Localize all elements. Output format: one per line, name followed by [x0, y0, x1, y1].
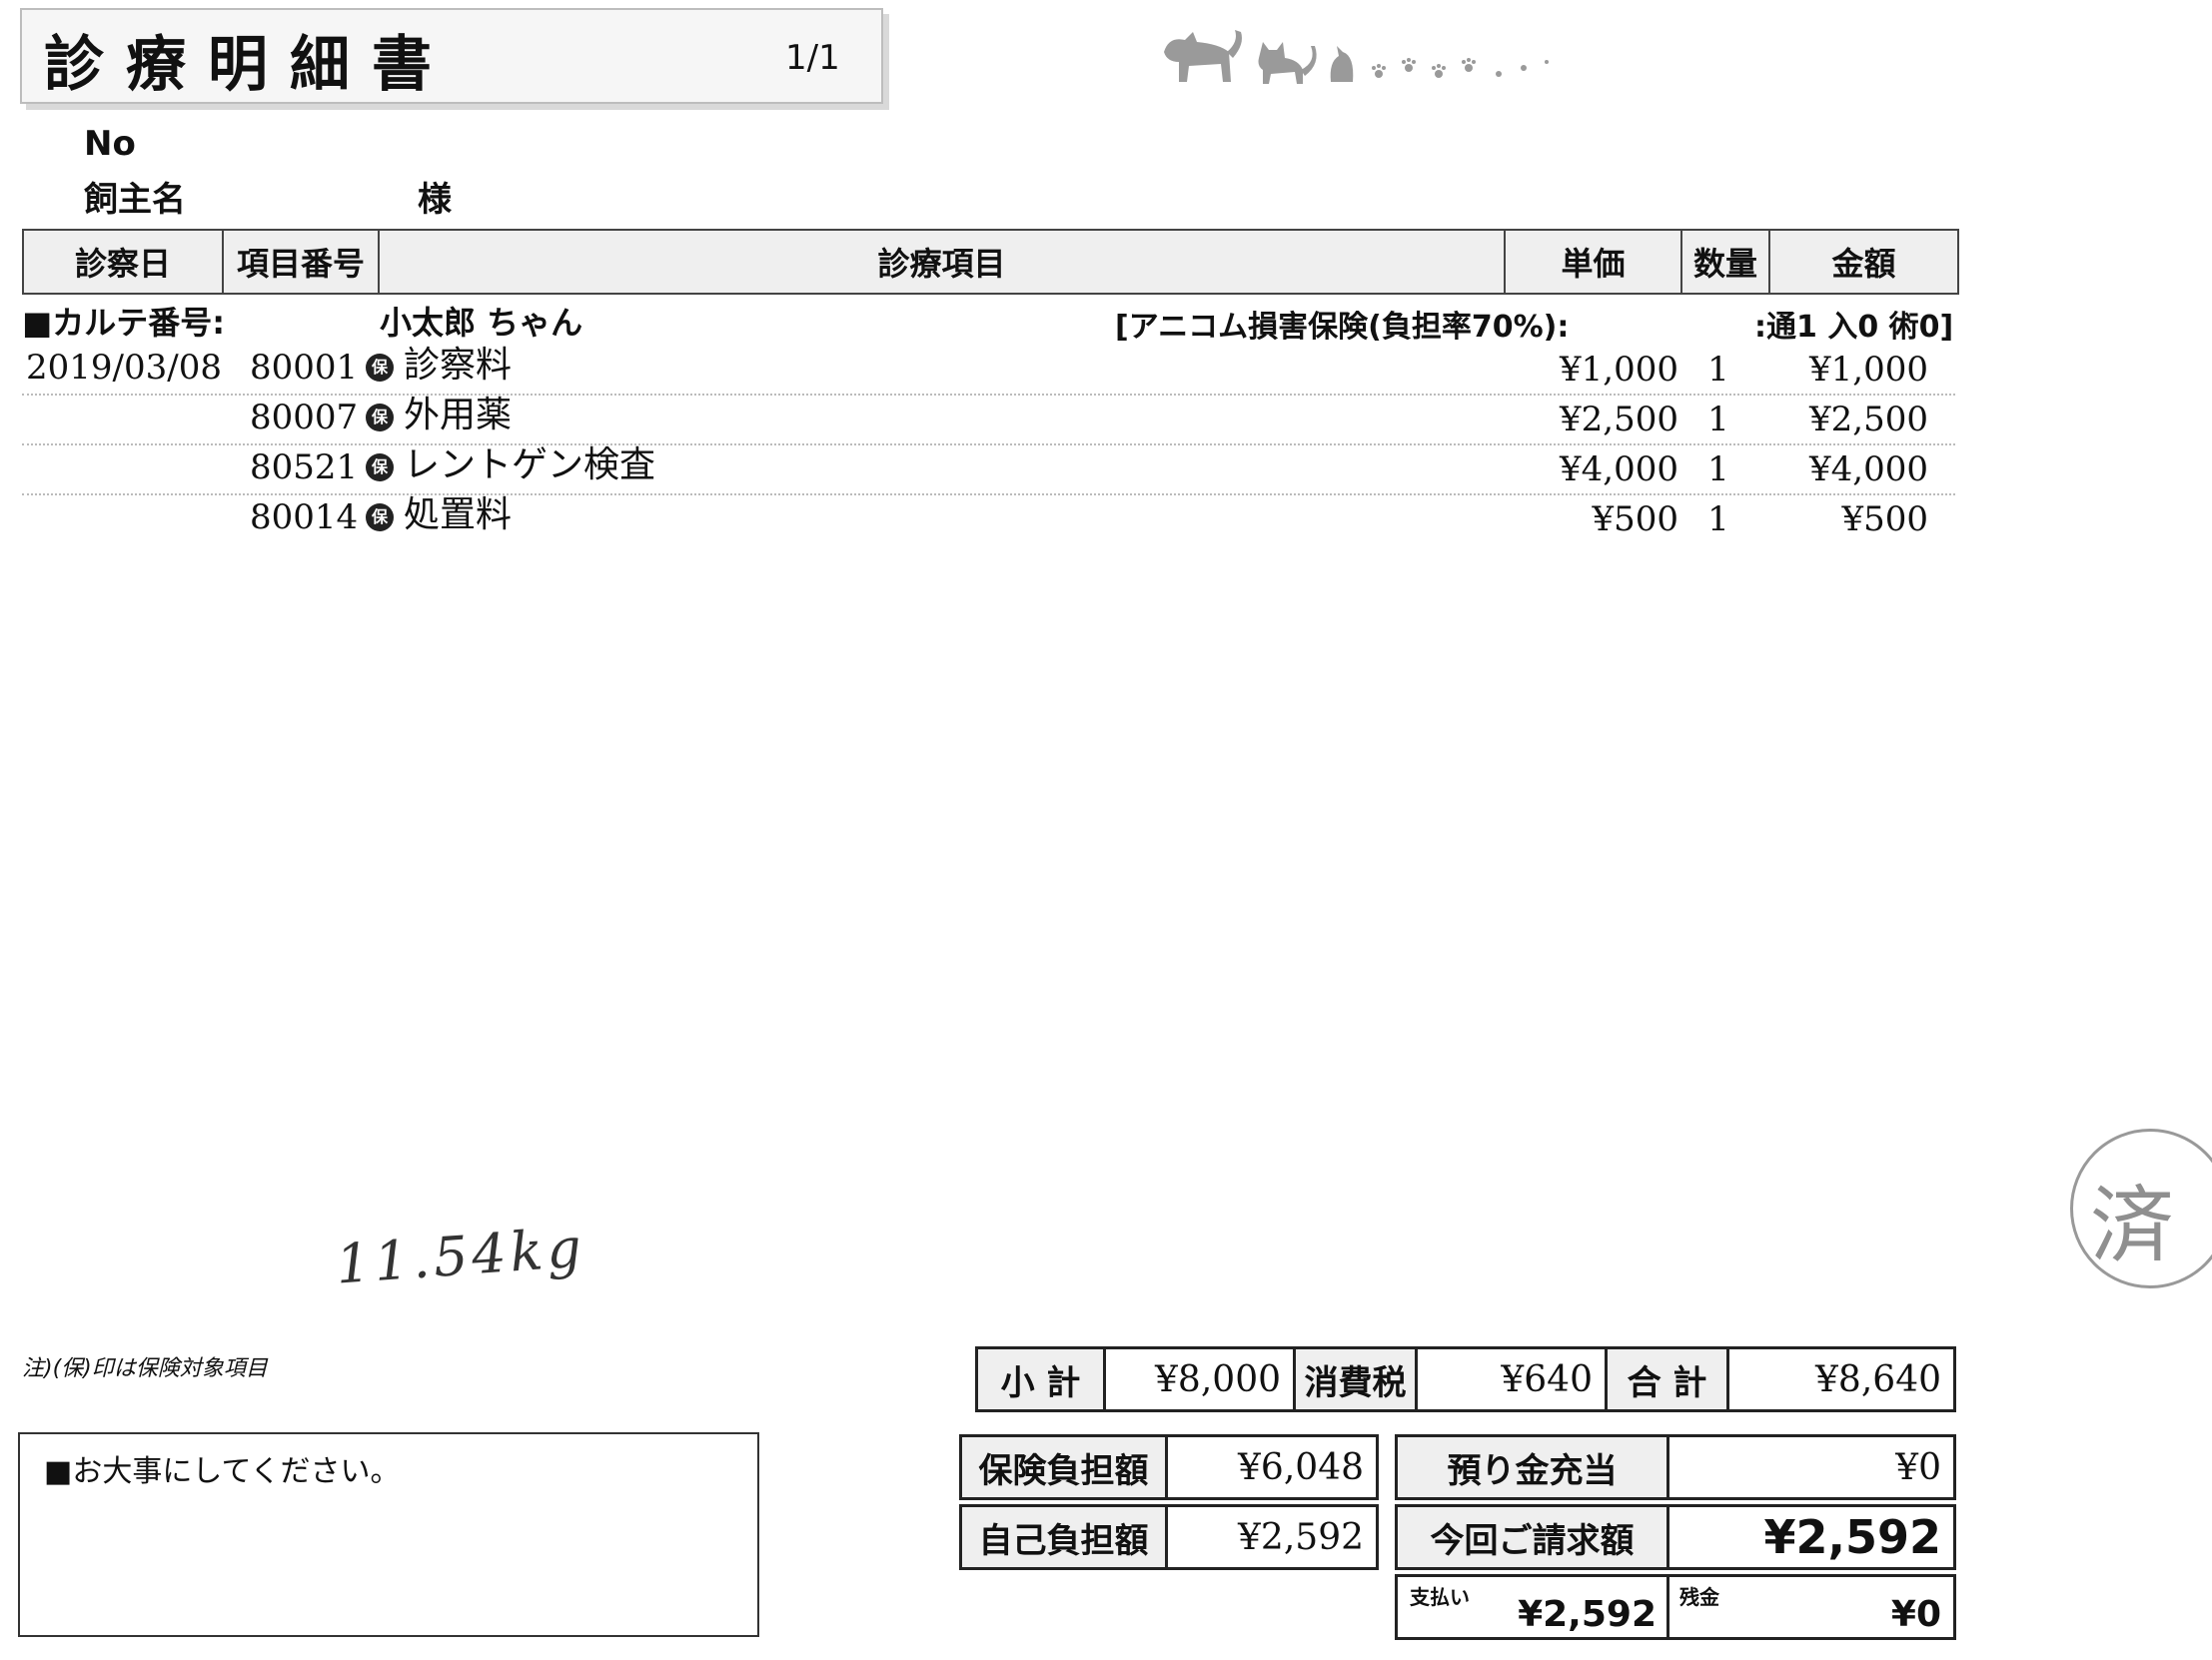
self-share-value: ¥2,592 [1238, 1516, 1364, 1558]
item-name: 外用薬 [404, 395, 513, 435]
payment-box: 支払い ¥2,592 残金 ¥0 [1395, 1574, 1956, 1640]
item-unit-price: ¥2,500 [1560, 400, 1678, 439]
insurance-share-value: ¥6,048 [1238, 1446, 1364, 1488]
row-divider [22, 443, 1955, 445]
subtotal-value: ¥8,000 [1106, 1349, 1296, 1409]
paid-label: 支払い [1410, 1585, 1470, 1609]
item-name-cell: 保処置料 [366, 495, 512, 535]
item-code: 80007 [250, 398, 359, 437]
insurance-info: [アニコム損害保険(負担率70%): [1115, 310, 1570, 345]
insurance-mark-icon: 保 [366, 354, 394, 382]
item-name: 処置料 [404, 494, 513, 535]
item-qty: 1 [1707, 350, 1729, 390]
insurance-share-label: 保険負担額 [962, 1437, 1168, 1497]
self-share-label: 自己負担額 [962, 1507, 1168, 1567]
item-name-cell: 保診察料 [366, 346, 512, 386]
row-divider [22, 394, 1955, 396]
stamp-text: 済 [2090, 1177, 2175, 1274]
owner-suffix: 様 [418, 180, 452, 220]
subtotal-label: 小 計 [978, 1349, 1106, 1409]
chart-number-label: ■カルテ番号: [22, 304, 226, 342]
paid-cell: 支払い ¥2,592 [1398, 1577, 1669, 1637]
item-code: 80001 [250, 348, 359, 388]
item-qty: 1 [1707, 449, 1729, 489]
total-value: ¥8,640 [1815, 1358, 1941, 1400]
insurance-mark-icon: 保 [366, 453, 394, 481]
deposit-value: ¥0 [1895, 1446, 1941, 1488]
item-qty: 1 [1707, 400, 1729, 439]
item-name-cell: 保外用薬 [366, 396, 512, 435]
insurance-mark-icon: 保 [366, 503, 394, 531]
item-amount: ¥4,000 [1809, 449, 1928, 489]
column-header: 単価 [1506, 231, 1682, 293]
page-number: 1/1 [785, 38, 840, 78]
column-header: 項目番号 [224, 231, 380, 293]
insurance-mark-icon: 保 [366, 404, 394, 431]
document-title: 診療明細書 [44, 30, 454, 100]
billing-value: ¥2,592 [1763, 1510, 1941, 1564]
item-code: 80014 [250, 497, 359, 537]
billing-box: 今回ご請求額 ¥2,592 [1395, 1504, 1956, 1570]
column-header: 診察日 [24, 231, 224, 293]
pet-silhouettes-icon [1164, 30, 1549, 84]
paid-stamp: 済 [2062, 1125, 2212, 1294]
tax-label: 消費税 [1296, 1349, 1418, 1409]
item-unit-price: ¥4,000 [1560, 449, 1678, 489]
deposit-box: 預り金充当 ¥0 [1395, 1434, 1956, 1500]
balance-label: 残金 [1679, 1585, 1719, 1609]
owner-label: 飼主名 [84, 180, 186, 220]
item-name: 診察料 [404, 345, 513, 386]
column-header: 診療項目 [380, 231, 1506, 293]
item-amount: ¥1,000 [1809, 350, 1928, 390]
item-unit-price: ¥500 [1592, 499, 1678, 539]
total-label: 合 計 [1608, 1349, 1729, 1409]
insurance-note: 注)(保)印は保険対象項目 [22, 1356, 268, 1381]
column-header: 金額 [1831, 245, 1896, 283]
message-text: ■お大事にしてください。 [44, 1454, 401, 1489]
totals-row: 小 計 ¥8,000 消費税 ¥640 合 計 ¥8,640 [975, 1346, 1956, 1412]
pet-name: 小太郎 ちゃん [380, 304, 583, 342]
item-amount: ¥500 [1841, 499, 1928, 539]
row-divider [22, 493, 1955, 495]
item-name-cell: 保レントゲン検査 [366, 445, 655, 485]
balance-value: ¥0 [1890, 1594, 1941, 1635]
paid-value: ¥2,592 [1518, 1594, 1657, 1635]
item-code: 80521 [250, 447, 359, 487]
item-qty: 1 [1707, 499, 1729, 539]
deposit-label: 預り金充当 [1398, 1437, 1669, 1497]
table-header: 診察日 項目番号 診療項目 単価 数量 金額 [22, 229, 1959, 295]
balance-cell: 残金 ¥0 [1669, 1577, 1953, 1637]
insurance-share-box: 保険負担額 ¥6,048 [959, 1434, 1379, 1500]
self-share-box: 自己負担額 ¥2,592 [959, 1504, 1379, 1570]
handwritten-weight: 11.54kg [334, 1216, 587, 1296]
item-name: レントゲン検査 [404, 444, 656, 485]
item-unit-price: ¥1,000 [1560, 350, 1678, 390]
column-header: 数量 [1682, 231, 1770, 293]
item-amount: ¥2,500 [1809, 400, 1928, 439]
billing-label: 今回ご請求額 [1398, 1507, 1669, 1567]
item-date: 2019/03/08 [26, 348, 222, 388]
visit-counts: :通1 入0 術0] [1754, 310, 1954, 345]
tax-value: ¥640 [1418, 1349, 1608, 1409]
no-label: No [84, 124, 136, 164]
